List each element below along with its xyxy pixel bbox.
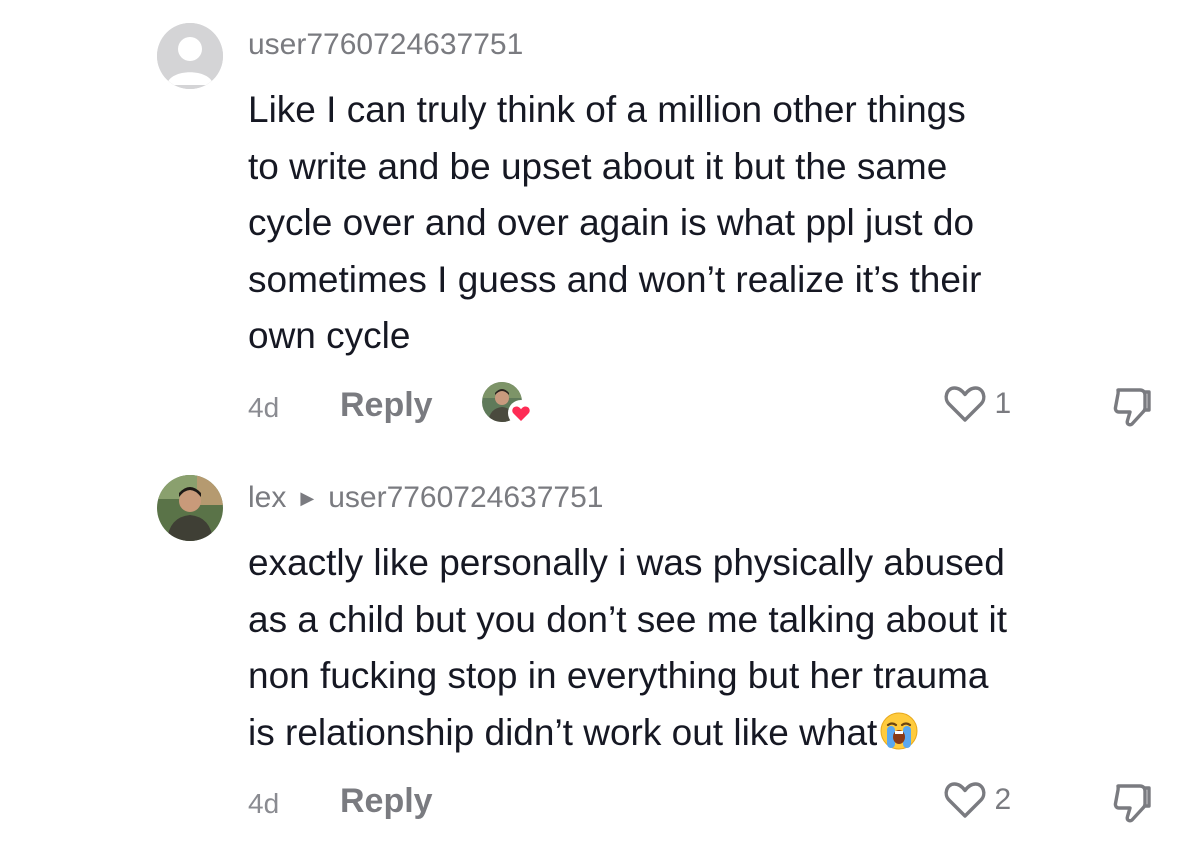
heart-badge-icon: [508, 400, 534, 426]
avatar[interactable]: [157, 475, 223, 541]
avatar[interactable]: [157, 23, 223, 89]
reply-to-username[interactable]: user7760724637751: [328, 481, 603, 514]
like-button[interactable]: 1: [942, 384, 1011, 430]
username[interactable]: user7760724637751: [248, 28, 523, 61]
liked-by-creator-badge: [482, 382, 534, 428]
username[interactable]: lex: [248, 481, 286, 514]
like-button[interactable]: 2: [942, 780, 1011, 826]
heart-outline-icon: [944, 386, 986, 422]
default-avatar-icon: [157, 23, 223, 89]
comment-text: Like I can truly think of a million othe…: [248, 89, 982, 356]
comment-item: lex ▶ user7760724637751 exactly like perso…: [0, 450, 1200, 845]
heart-outline-icon: [944, 782, 986, 818]
comment-time: 4d: [248, 392, 280, 423]
reply-arrow-icon: ▶: [300, 488, 315, 508]
dislike-button[interactable]: [1110, 780, 1154, 831]
profile-photo: [157, 475, 223, 541]
thumbs-down-icon: [1113, 388, 1151, 427]
comment-text: exactly like personally i was physically…: [248, 535, 1188, 767]
comment-time: 4d: [248, 788, 280, 819]
thumbs-down-icon: [1113, 784, 1151, 823]
loudly-crying-face-icon: [879, 711, 919, 768]
dislike-button[interactable]: [1110, 384, 1154, 435]
comment-item: user7760724637751 Like I can truly think…: [0, 0, 1200, 450]
like-count: 2: [994, 783, 1012, 816]
comment-author[interactable]: user7760724637751: [248, 27, 523, 63]
reply-button[interactable]: Reply: [340, 386, 433, 425]
reply-button[interactable]: Reply: [340, 782, 433, 821]
comment-actions: 4d Reply 1: [248, 382, 1200, 432]
like-count: 1: [994, 387, 1012, 420]
comment-author: lex ▶ user7760724637751: [248, 480, 603, 516]
comment-actions: 4d Reply 2: [248, 778, 1200, 828]
